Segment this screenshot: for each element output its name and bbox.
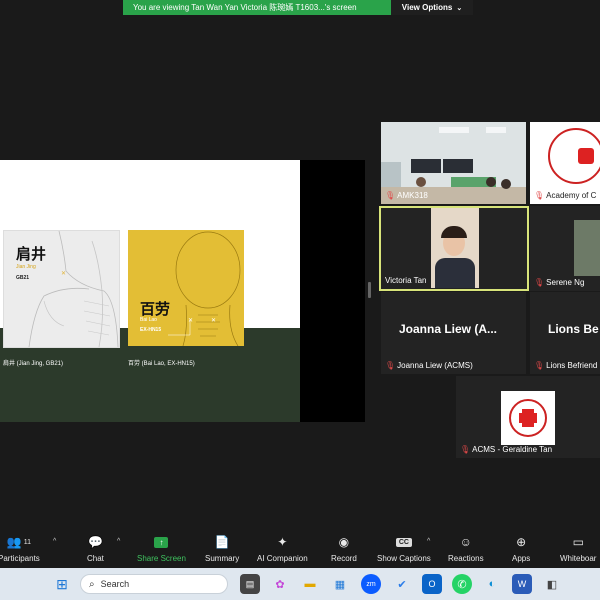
share-banner-message: You are viewing Tan Wan Yan Victoria 陈琬嫣… xyxy=(133,3,357,12)
edge-icon[interactable]: ◐ xyxy=(482,574,502,594)
shared-screen: ✕ 肩井 Jian Jing GB21 ✕ ✕ 百劳 Bai Lao EX-HN… xyxy=(0,160,365,422)
record-icon: ◉ xyxy=(338,535,350,549)
mic-muted-icon: 🎙 xyxy=(534,278,545,287)
captions-caret[interactable]: ^ xyxy=(427,538,430,545)
summary-icon: 📄 xyxy=(214,535,230,549)
card1-title: 肩井 xyxy=(16,245,47,263)
meeting-toolbar: 👥 11 Participants ^ 💬 Chat ^ ↑ Share Scre… xyxy=(0,530,600,568)
participant-name: 🎙 AMK318 xyxy=(385,191,428,200)
taskbar-search[interactable]: ⌕ Search xyxy=(80,574,228,594)
acms-logo xyxy=(501,391,555,445)
windows-start-icon[interactable]: ⊞ xyxy=(52,574,72,594)
participant-tile-serene-ng[interactable]: 🎙 Serene Ng xyxy=(530,206,600,291)
card2-code: EX-HN15 xyxy=(140,327,162,333)
splitter-handle[interactable] xyxy=(368,282,371,298)
captions-button[interactable]: CC Show Captions xyxy=(377,534,431,563)
card1-caption: 肩井 (Jian Jing, GB21) xyxy=(3,361,64,367)
acupoint-card-jian-jing: ✕ 肩井 Jian Jing GB21 xyxy=(3,230,120,348)
store-icon[interactable]: ▦ xyxy=(330,574,350,594)
participants-count: 11 xyxy=(23,538,32,546)
participant-tile-geraldine-tan[interactable]: 🎙 ACMS - Geraldine Tan xyxy=(456,376,600,458)
zoom-icon[interactable]: zm xyxy=(361,574,381,594)
view-options-button[interactable]: View Options ⌄ xyxy=(391,0,473,15)
participant-tile-lions-befriend[interactable]: Lions Be 🎙 Lions Befriend xyxy=(530,292,600,374)
participant-name: 🎙 Serene Ng xyxy=(534,278,585,287)
participant-name: 🎙 Lions Befriend xyxy=(534,361,598,370)
whiteboard-icon: ▭ xyxy=(572,535,584,549)
record-button[interactable]: ◉ Record xyxy=(331,534,357,563)
apps-icon: ⊕ xyxy=(516,535,527,549)
share-screen-button[interactable]: ↑ Share Screen xyxy=(137,534,186,563)
participants-button[interactable]: 👥 11 Participants xyxy=(0,534,40,563)
whiteboard-button[interactable]: ▭ Whiteboar xyxy=(560,534,596,563)
chevron-down-icon: ⌄ xyxy=(456,4,463,12)
view-options-label: View Options xyxy=(401,3,453,12)
card1-code: GB21 xyxy=(16,275,30,281)
academy-logo xyxy=(548,128,600,184)
outlook-icon[interactable]: O xyxy=(422,574,442,594)
participant-name: 🎙 ACMS - Geraldine Tan xyxy=(460,445,553,454)
svg-text:✕: ✕ xyxy=(61,271,66,277)
share-screen-icon: ↑ xyxy=(154,536,169,548)
participant-tile-joanna-liew[interactable]: Joanna Liew (A... 🎙 Joanna Liew (ACMS) xyxy=(381,292,526,374)
cc-icon: CC xyxy=(395,537,412,547)
whatsapp-icon[interactable]: ✆ xyxy=(452,574,472,594)
svg-text:✕: ✕ xyxy=(211,318,216,324)
todo-icon[interactable]: ✔ xyxy=(392,574,412,594)
participant-name: 🎙 Academy of C xyxy=(534,191,597,200)
file-explorer-icon[interactable]: ▬ xyxy=(300,574,320,594)
chat-icon: 💬 xyxy=(87,535,103,549)
copilot-icon[interactable]: ✿ xyxy=(270,574,290,594)
reactions-button[interactable]: ☺ Reactions xyxy=(448,534,484,563)
svg-text:✕: ✕ xyxy=(188,318,193,324)
task-view-icon[interactable]: ▤ xyxy=(240,574,260,594)
windows-taskbar: ⊞ ⌕ Search ▤ ✿ ▬ ▦ zm ✔ O ✆ ◐ W ◧ xyxy=(0,568,600,600)
acupoint-card-bai-lao: ✕ ✕ 百劳 Bai Lao EX-HN15 xyxy=(128,230,244,346)
participant-name: Victoria Tan xyxy=(385,276,427,285)
mic-muted-icon: 🎙 xyxy=(460,445,471,454)
participant-video xyxy=(431,208,479,288)
participant-display-name: Lions Be xyxy=(548,322,599,336)
participant-video xyxy=(574,220,600,276)
word-icon[interactable]: W xyxy=(512,574,532,594)
smiley-icon: ☺ xyxy=(459,535,472,549)
participant-name: 🎙 Joanna Liew (ACMS) xyxy=(385,361,473,370)
card2-caption: 百劳 (Bai Lao, EX-HN15) xyxy=(128,361,195,367)
mic-muted-icon: 🎙 xyxy=(534,361,545,370)
app-icon[interactable]: ◧ xyxy=(542,574,562,594)
participants-caret[interactable]: ^ xyxy=(53,538,56,545)
people-icon: 👥 xyxy=(6,535,22,549)
sparkle-icon: ✦ xyxy=(277,535,288,549)
chat-caret[interactable]: ^ xyxy=(117,538,120,545)
participant-display-name: Joanna Liew (A... xyxy=(399,322,498,336)
card2-pinyin: Bai Lao xyxy=(140,317,157,323)
participant-tile-amk318[interactable]: 🎙 AMK318 xyxy=(381,122,526,204)
search-icon: ⌕ xyxy=(89,578,95,590)
chat-button[interactable]: 💬 Chat xyxy=(87,534,104,563)
participant-tile-victoria-tan[interactable]: Victoria Tan xyxy=(379,206,529,291)
ai-companion-button[interactable]: ✦ AI Companion xyxy=(257,534,308,563)
card2-title: 百劳 xyxy=(140,300,171,318)
screen-share-banner: You are viewing Tan Wan Yan Victoria 陈琬嫣… xyxy=(123,0,473,15)
card1-pinyin: Jian Jing xyxy=(16,264,36,270)
participant-tile-academy[interactable]: 🎙 Academy of C xyxy=(530,122,600,204)
mic-muted-icon: 🎙 xyxy=(534,191,545,200)
summary-button[interactable]: 📄 Summary xyxy=(205,534,239,563)
mic-muted-icon: 🎙 xyxy=(385,191,396,200)
mic-muted-icon: 🎙 xyxy=(385,361,396,370)
apps-button[interactable]: ⊕ Apps xyxy=(512,534,530,563)
